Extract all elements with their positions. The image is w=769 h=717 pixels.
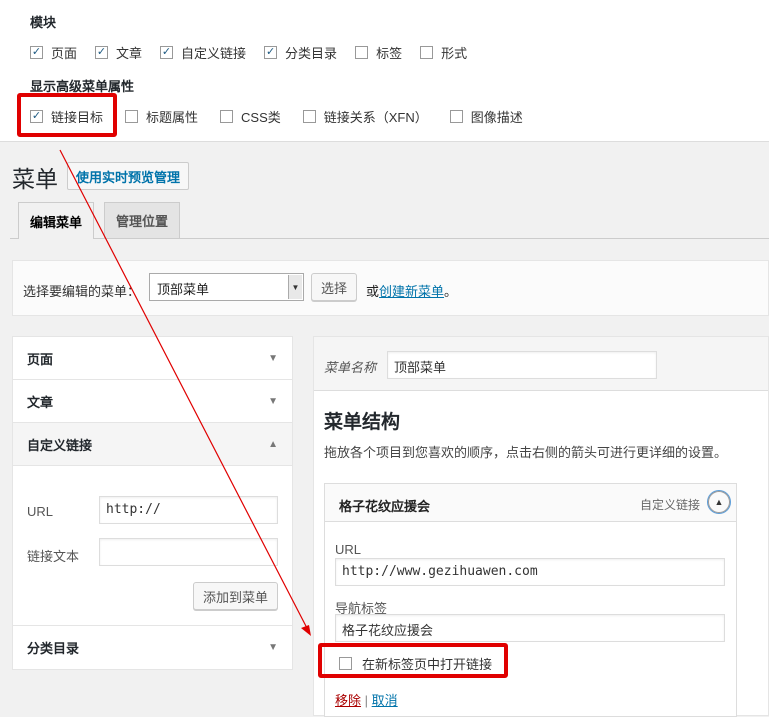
accordion-section-categories[interactable]: 分类目录 ▼ xyxy=(13,626,292,669)
advanced-label: 图像描述 xyxy=(470,110,523,125)
module-label: 分类目录 xyxy=(285,46,338,61)
custom-link-url-input[interactable]: http:// xyxy=(99,496,278,524)
module-label: 文章 xyxy=(116,46,143,61)
advanced-option-css-classes[interactable]: CSS类 xyxy=(220,107,281,126)
checkbox[interactable] xyxy=(30,46,43,59)
module-option-tags[interactable]: 标签 xyxy=(355,43,402,62)
checkbox[interactable] xyxy=(355,46,369,59)
module-label: 标签 xyxy=(376,46,403,61)
remove-item-link[interactable]: 移除 xyxy=(335,693,361,708)
chevron-down-icon[interactable]: ▼ xyxy=(268,353,278,364)
checkbox[interactable] xyxy=(220,110,234,123)
menu-item-handle[interactable]: 格子花纹应援会 自定义链接 ▲ xyxy=(325,484,736,522)
select-menu-bar: 选择要编辑的菜单： 顶部菜单 ▼ 选择 或创建新菜单。 xyxy=(12,260,769,316)
advanced-option-title-attribute[interactable]: 标题属性 xyxy=(125,107,198,126)
menu-header: 菜单名称 顶部菜单 xyxy=(314,337,768,391)
advanced-label: 链接关系（XFN） xyxy=(323,110,428,125)
chevron-down-icon[interactable]: ▼ xyxy=(268,642,278,653)
module-option-formats[interactable]: 形式 xyxy=(420,43,467,62)
accordion-section-posts[interactable]: 文章 ▼ xyxy=(13,380,292,423)
chevron-down-icon[interactable]: ▼ xyxy=(288,275,302,299)
menu-structure-title: 菜单结构 xyxy=(324,412,401,433)
link-text-label: 链接文本 xyxy=(27,549,80,564)
checkbox[interactable] xyxy=(449,110,463,123)
menu-item-type: 自定义链接 xyxy=(639,498,700,512)
menu-name-label: 菜单名称 xyxy=(324,360,377,375)
module-option-pages[interactable]: 页面 xyxy=(30,43,77,62)
module-option-categories[interactable]: 分类目录 xyxy=(264,43,337,62)
module-option-custom-links[interactable]: 自定义链接 xyxy=(160,43,246,62)
accordion-title: 文章 xyxy=(27,394,54,410)
custom-links-panel: URL http:// 链接文本 添加到菜单 xyxy=(13,466,292,626)
item-actions: 移除 | 取消 xyxy=(335,690,398,709)
modules-checkbox-row: 页面 文章 自定义链接 分类目录 标签 形式 xyxy=(30,43,485,62)
arrow-head xyxy=(301,625,311,636)
highlight-box-link-target xyxy=(17,93,117,137)
item-url-input[interactable]: http://www.gezihuawen.com xyxy=(335,558,725,586)
menu-item-title: 格子花纹应援会 xyxy=(339,499,431,514)
chevron-up-icon[interactable]: ▲ xyxy=(708,491,730,513)
create-new-menu-link[interactable]: 创建新菜单 xyxy=(379,284,444,299)
checkbox[interactable] xyxy=(420,46,434,59)
create-menu-text: 或创建新菜单。 xyxy=(366,281,457,300)
menu-structure-description: 拖放各个项目到您喜欢的顺序，点击右侧的箭头可进行更详细的设置。 xyxy=(324,445,728,460)
accordion-section-pages[interactable]: 页面 ▼ xyxy=(13,337,292,380)
url-label: URL xyxy=(27,504,54,519)
accordion-title: 分类目录 xyxy=(27,641,80,656)
menu-select-value: 顶部菜单 xyxy=(157,282,210,297)
chevron-down-icon[interactable]: ▼ xyxy=(268,396,278,407)
period-text: 。 xyxy=(444,284,458,299)
checkbox[interactable] xyxy=(160,46,174,59)
page-title: 菜单 xyxy=(12,167,58,193)
accordion-title: 页面 xyxy=(27,351,54,367)
chevron-up-icon[interactable]: ▲ xyxy=(268,439,278,450)
module-label: 形式 xyxy=(441,46,468,61)
add-menu-items-accordion: 页面 ▼ 文章 ▼ 自定义链接 ▲ URL http:// 链接文本 添加到菜单… xyxy=(12,336,293,670)
tab-manage-locations[interactable]: 管理位置 xyxy=(104,202,181,238)
checkbox[interactable] xyxy=(264,46,278,59)
select-menu-label: 选择要编辑的菜单： xyxy=(23,284,141,299)
module-label: 页面 xyxy=(51,46,78,61)
item-url-label: URL xyxy=(335,542,362,557)
highlight-box-new-tab xyxy=(318,643,508,678)
live-preview-button[interactable]: 使用实时预览管理 xyxy=(67,162,190,190)
advanced-option-description[interactable]: 图像描述 xyxy=(449,107,523,126)
advanced-option-xfn[interactable]: 链接关系（XFN） xyxy=(302,107,428,126)
or-text: 或 xyxy=(366,284,380,299)
accordion-section-custom-links[interactable]: 自定义链接 ▲ xyxy=(13,423,292,466)
checkbox[interactable] xyxy=(302,110,316,123)
menu-select[interactable]: 顶部菜单 ▼ xyxy=(149,273,304,301)
advanced-label: CSS类 xyxy=(241,110,281,125)
menu-item: 格子花纹应援会 自定义链接 ▲ URL http://www.gezihuawe… xyxy=(324,483,737,717)
accordion-title: 自定义链接 xyxy=(27,437,93,453)
checkbox[interactable] xyxy=(95,46,109,59)
checkbox[interactable] xyxy=(125,110,139,123)
module-label: 自定义链接 xyxy=(181,46,247,61)
module-option-posts[interactable]: 文章 xyxy=(95,43,142,62)
tabs-divider xyxy=(10,238,769,239)
item-nav-label-input[interactable]: 格子花纹应援会 xyxy=(335,614,725,642)
advanced-label: 标题属性 xyxy=(146,110,199,125)
modules-heading: 模块 xyxy=(30,15,57,30)
tab-edit-menus[interactable]: 编辑菜单 xyxy=(18,202,95,239)
select-button[interactable]: 选择 xyxy=(311,273,357,301)
custom-link-text-input[interactable] xyxy=(99,538,278,566)
cancel-item-link[interactable]: 取消 xyxy=(372,693,398,708)
separator: | xyxy=(364,693,369,708)
menu-name-input[interactable]: 顶部菜单 xyxy=(387,351,657,379)
add-to-menu-button[interactable]: 添加到菜单 xyxy=(193,582,278,610)
